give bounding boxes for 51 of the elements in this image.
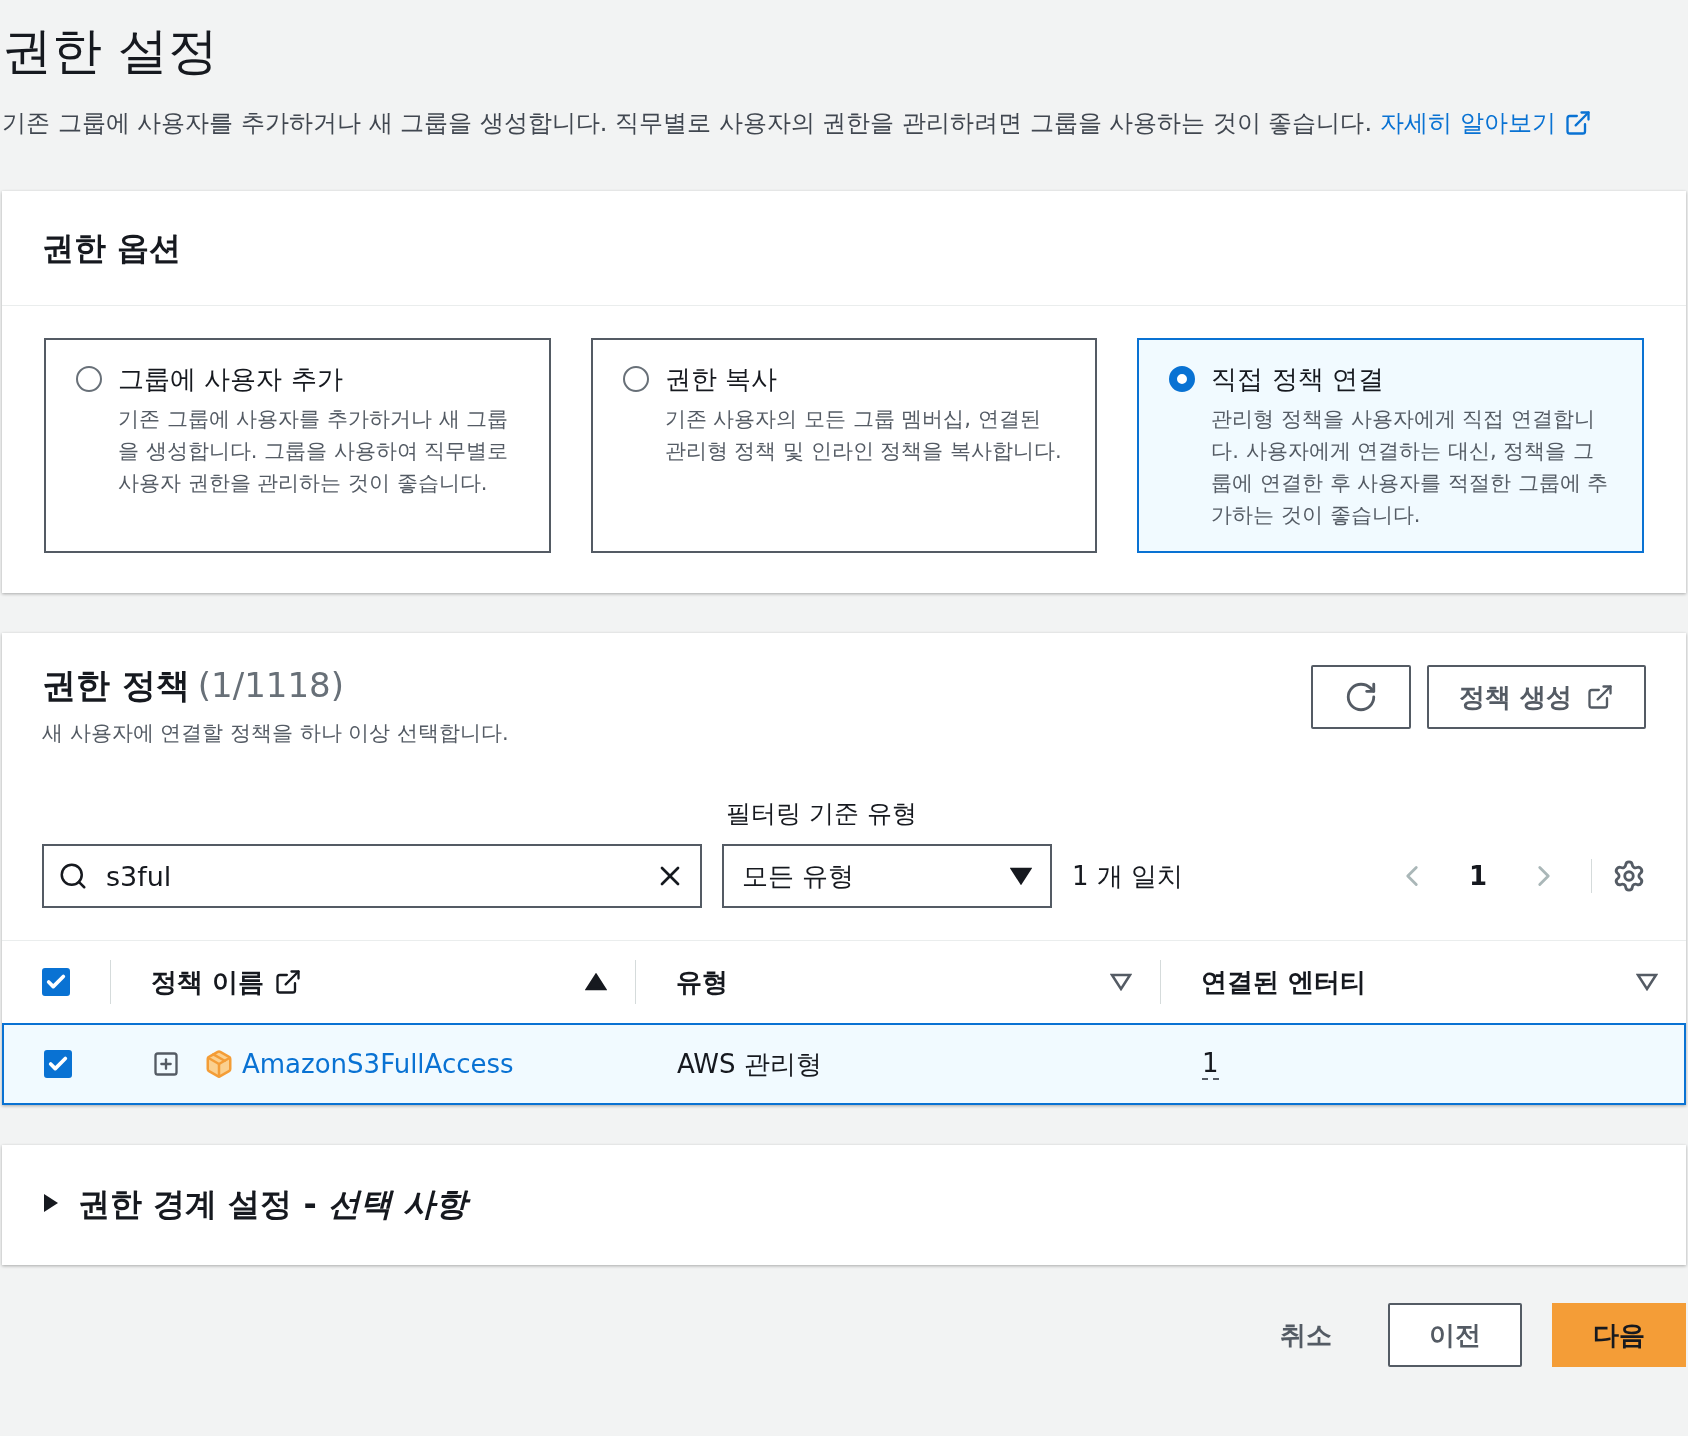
search-box[interactable]: s3ful (42, 844, 702, 908)
radio-button[interactable] (1169, 366, 1196, 392)
page-description: 기존 그룹에 사용자를 추가하거나 새 그룹을 생성합니다. 직무별로 사용자의 권한을 관리하려면 그룹을 사용하는 것이 좋습니다. (2, 108, 1373, 139)
previous-button[interactable]: 이전 (1388, 1303, 1522, 1367)
create-policy-button[interactable]: 정책 생성 (1426, 665, 1646, 729)
caret-icon (42, 1191, 60, 1214)
package-icon (204, 1049, 234, 1079)
row-checkbox[interactable] (44, 1050, 72, 1078)
page-number[interactable]: 1 (1468, 861, 1487, 891)
cancel-button[interactable]: 취소 (1254, 1317, 1358, 1353)
match-count: 1 개 일치 (1072, 859, 1184, 893)
policy-type: AWS 관리형 (677, 1047, 822, 1081)
external-link-icon[interactable] (274, 968, 303, 996)
sort-icon[interactable] (1110, 973, 1132, 991)
option-title: 권한 복사 (664, 363, 778, 396)
filter-label: 필터링 기준 유형 (726, 798, 918, 830)
search-field[interactable]: s3ful (104, 859, 638, 893)
option-title: 그룹에 사용자 추가 (118, 363, 344, 396)
panel-subtitle: 새 사용자에 연결할 정책을 하나 이상 선택합니다. (42, 720, 509, 747)
radio-button[interactable] (76, 366, 102, 392)
option-title: 직접 정책 연결 (1211, 363, 1385, 396)
option-description: 기존 그룹에 사용자를 추가하거나 새 그룹을 생성합니다. 그룹을 사용하여 직무별로 사용자 권한을 관리하는 것이 좋습니다. (118, 406, 510, 497)
next-button[interactable]: 다음 (1552, 1303, 1686, 1367)
external-link-icon (1586, 683, 1614, 711)
permission-option-card[interactable]: 직접 정책 연결 관리형 정책을 사용자에게 직접 연결합니다. 사용자에게 연결하는 대신, 정책을 그룹에 연결한 후 사용자를 적절한 그룹에 추가하는 것이 좋습니다. (1137, 338, 1644, 553)
sort-icon[interactable] (585, 973, 607, 991)
caret-icon[interactable] (1010, 867, 1032, 885)
select-all-checkbox[interactable] (42, 968, 70, 996)
permission-option-card[interactable]: 권한 복사 기존 사용자의 모든 그룹 멤버십, 연결된 관리형 정책 및 인라인 정책을 복사합니다. (590, 338, 1098, 553)
learn-more-link[interactable]: 자세히 알아보기 (1380, 107, 1592, 139)
external-link-icon (1563, 109, 1592, 137)
page-title: 권한 설정 (2, 21, 219, 82)
policy-name-link[interactable]: AmazonS3FullAccess (242, 1049, 514, 1079)
entity-count[interactable]: 1 (1202, 1048, 1219, 1080)
radio-button[interactable] (622, 366, 649, 392)
option-description: 기존 사용자의 모든 그룹 멤버십, 연결된 관리형 정책 및 인라인 정책을 복사합니다. (664, 406, 1063, 465)
option-description: 관리형 정책을 사용자에게 직접 연결합니다. 사용자에게 연결하는 대신, 정책을 그룹에 연결한 후 사용자를 적절한 그룹에 추가하는 것이 좋습니다. (1211, 406, 1610, 529)
column-header[interactable]: 연결된 엔터티 (1201, 964, 1367, 1000)
panel-title: 권한 정책 (1/1118) (42, 664, 345, 707)
column-header[interactable]: 정책 이름 (151, 964, 265, 1000)
refresh-button[interactable] (1310, 665, 1411, 729)
column-header[interactable]: 유형 (676, 964, 728, 1000)
expand-icon[interactable] (152, 1050, 180, 1078)
permission-option-card[interactable]: 그룹에 사용자 추가 기존 그룹에 사용자를 추가하거나 새 그룹을 생성합니다. 그룹을 사용하여 직무별로 사용자 권한을 관리하는 것이 좋습니다. (44, 338, 551, 553)
search-icon (58, 861, 88, 891)
panel-title: 권한 옵션 (2, 191, 1686, 306)
settings-icon[interactable] (1612, 859, 1646, 893)
policy-row[interactable]: AmazonS3FullAccess AWS 관리형 1 (2, 1023, 1686, 1105)
boundary-section-toggle[interactable]: 권한 경계 설정 - 선택 사항 (2, 1145, 507, 1265)
type-dropdown[interactable]: 모든 유형 (722, 844, 1052, 908)
sort-icon[interactable] (1636, 973, 1658, 991)
